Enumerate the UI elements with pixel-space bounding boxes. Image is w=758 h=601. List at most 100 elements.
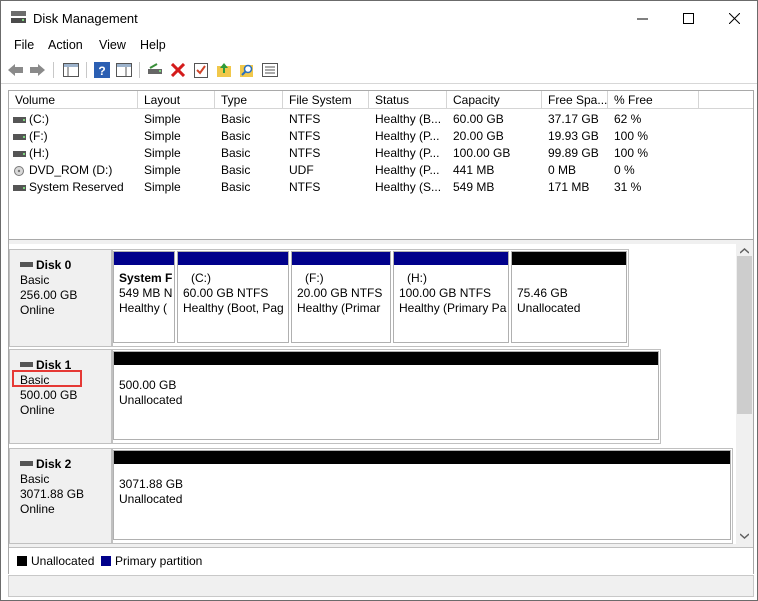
- menu-action[interactable]: Action: [48, 38, 83, 52]
- scroll-down-icon[interactable]: [740, 533, 749, 539]
- column-header-layout[interactable]: Layout: [138, 91, 215, 109]
- column-header-status[interactable]: Status: [369, 91, 447, 109]
- partition-status: Unallocated: [517, 301, 581, 315]
- table-cell: 0 MB: [548, 163, 577, 177]
- legend-label-primary: Primary partition: [115, 554, 203, 568]
- table-cell: Basic: [221, 163, 251, 177]
- vertical-scrollbar[interactable]: [736, 244, 753, 544]
- partition-label: (F:): [305, 271, 324, 285]
- column-header-type[interactable]: Type: [215, 91, 283, 109]
- help-button[interactable]: ?: [93, 61, 111, 79]
- minimize-button[interactable]: [619, 1, 665, 35]
- volume-icon: [13, 134, 26, 140]
- column-header-free-space[interactable]: Free Spa...: [542, 91, 608, 109]
- column-header-filler: [699, 91, 753, 109]
- close-button[interactable]: [711, 1, 757, 35]
- partition-bar: [114, 451, 730, 464]
- table-cell: Simple: [144, 112, 181, 126]
- show-hide-button[interactable]: [115, 61, 133, 79]
- table-cell: Simple: [144, 129, 181, 143]
- partition-label: (H:): [407, 271, 427, 285]
- search-button[interactable]: [238, 61, 256, 79]
- forward-button[interactable]: [29, 61, 47, 79]
- column-header-volume[interactable]: Volume: [9, 91, 138, 109]
- partition-text: (F:) 20.00 GB NTFS Healthy (Primar: [297, 271, 389, 316]
- table-cell: 37.17 GB: [548, 112, 599, 126]
- table-cell: 62 %: [614, 112, 642, 126]
- menu-help[interactable]: Help: [140, 38, 166, 52]
- menu-view[interactable]: View: [99, 38, 126, 52]
- unallocated-partition[interactable]: 3071.88 GB Unallocated: [113, 450, 731, 540]
- table-cell: Simple: [144, 180, 181, 194]
- legend-swatch-primary: [101, 556, 111, 566]
- primary-partition[interactable]: System F 549 MB N Healthy (: [113, 251, 175, 343]
- table-row[interactable]: (C:) Simple Basic NTFS Healthy (B... 60.00 GB…: [9, 111, 753, 128]
- table-row[interactable]: System Reserved Simple Basic NTFS Healthy (S…: [9, 179, 753, 196]
- connect-drive-button[interactable]: [146, 61, 164, 79]
- content-area: Volume Layout Type File System Status Ca…: [8, 90, 754, 574]
- table-cell: Healthy (P...: [375, 129, 440, 143]
- list-view-button[interactable]: [261, 61, 279, 79]
- partition-text: 3071.88 GB Unallocated: [119, 477, 729, 507]
- partition-text: 500.00 GB Unallocated: [119, 378, 657, 408]
- disk-info-1[interactable]: Disk 1 Basic 500.00 GB Online: [9, 349, 113, 444]
- toolbar-separator: [86, 62, 87, 78]
- table-cell: 0 %: [614, 163, 635, 177]
- menu-bar: File Action View Help: [1, 35, 757, 55]
- table-row[interactable]: (H:) Simple Basic NTFS Healthy (P... 100.00 G…: [9, 145, 753, 162]
- disk-icon: [20, 362, 33, 367]
- primary-partition[interactable]: (C:) 60.00 GB NTFS Healthy (Boot, Pag: [177, 251, 289, 343]
- disk-size: 500.00 GB: [20, 388, 78, 402]
- properties-button[interactable]: [192, 61, 210, 79]
- partition-bar: [512, 252, 626, 265]
- column-header-percent-free[interactable]: % Free: [608, 91, 699, 109]
- help-icon: ?: [94, 62, 110, 78]
- volume-icon: [13, 151, 26, 157]
- primary-partition[interactable]: (H:) 100.00 GB NTFS Healthy (Primary Pa: [393, 251, 509, 343]
- legend: Unallocated Primary partition: [9, 547, 753, 574]
- toolbar-separator: [53, 62, 54, 78]
- table-cell: 100.00 GB: [453, 146, 511, 160]
- table-cell: (C:): [29, 112, 49, 126]
- disk-management-app-icon: [11, 11, 26, 23]
- title-bar: Disk Management: [1, 1, 757, 35]
- disk-info-2[interactable]: Disk 2 Basic 3071.88 GB Online: [9, 448, 113, 544]
- scroll-up-icon[interactable]: [740, 248, 749, 254]
- connect-drive-icon: [148, 63, 162, 74]
- dvd-drive-icon: [14, 166, 24, 176]
- table-row[interactable]: DVD_ROM (D:) Simple Basic UDF Healthy (P... 4…: [9, 162, 753, 179]
- delete-button[interactable]: [169, 61, 187, 79]
- console-tree-button[interactable]: [62, 61, 80, 79]
- disk-icon: [20, 461, 33, 466]
- menu-file[interactable]: File: [14, 38, 34, 52]
- column-header-capacity[interactable]: Capacity: [447, 91, 542, 109]
- table-cell: Simple: [144, 163, 181, 177]
- volume-list: Volume Layout Type File System Status Ca…: [9, 91, 753, 240]
- table-cell: Healthy (P...: [375, 146, 440, 160]
- svg-text:?: ?: [98, 64, 105, 78]
- up-folder-button[interactable]: [215, 61, 233, 79]
- table-cell: System Reserved: [29, 180, 124, 194]
- disk-icon: [20, 262, 33, 267]
- partition-status: Healthy (Primary Pa: [399, 301, 507, 315]
- disk-info-0[interactable]: Disk 0 Basic 256.00 GB Online: [9, 249, 113, 347]
- partition-text: (C:) 60.00 GB NTFS Healthy (Boot, Pag: [183, 271, 287, 316]
- volume-icon: [13, 185, 26, 191]
- disk-name: Disk 2: [36, 457, 72, 471]
- close-icon: [728, 12, 740, 24]
- table-row[interactable]: (F:) Simple Basic NTFS Healthy (P... 20.00 GB…: [9, 128, 753, 145]
- scrollbar-thumb[interactable]: [737, 256, 752, 414]
- unallocated-partition[interactable]: 500.00 GB Unallocated: [113, 351, 659, 440]
- disk-size: 256.00 GB: [20, 288, 78, 302]
- back-button[interactable]: [7, 61, 25, 79]
- partition-size: 20.00 GB NTFS: [297, 286, 383, 300]
- primary-partition[interactable]: (F:) 20.00 GB NTFS Healthy (Primar: [291, 251, 391, 343]
- disk-status: Online: [20, 502, 55, 516]
- disk-status: Online: [20, 403, 55, 417]
- back-icon: [8, 64, 23, 76]
- column-header-file-system[interactable]: File System: [283, 91, 369, 109]
- unallocated-partition[interactable]: 75.46 GB Unallocated: [511, 251, 627, 343]
- partition-status: Healthy (Boot, Pag: [183, 301, 284, 315]
- maximize-button[interactable]: [665, 1, 711, 35]
- minimize-icon: [636, 18, 648, 19]
